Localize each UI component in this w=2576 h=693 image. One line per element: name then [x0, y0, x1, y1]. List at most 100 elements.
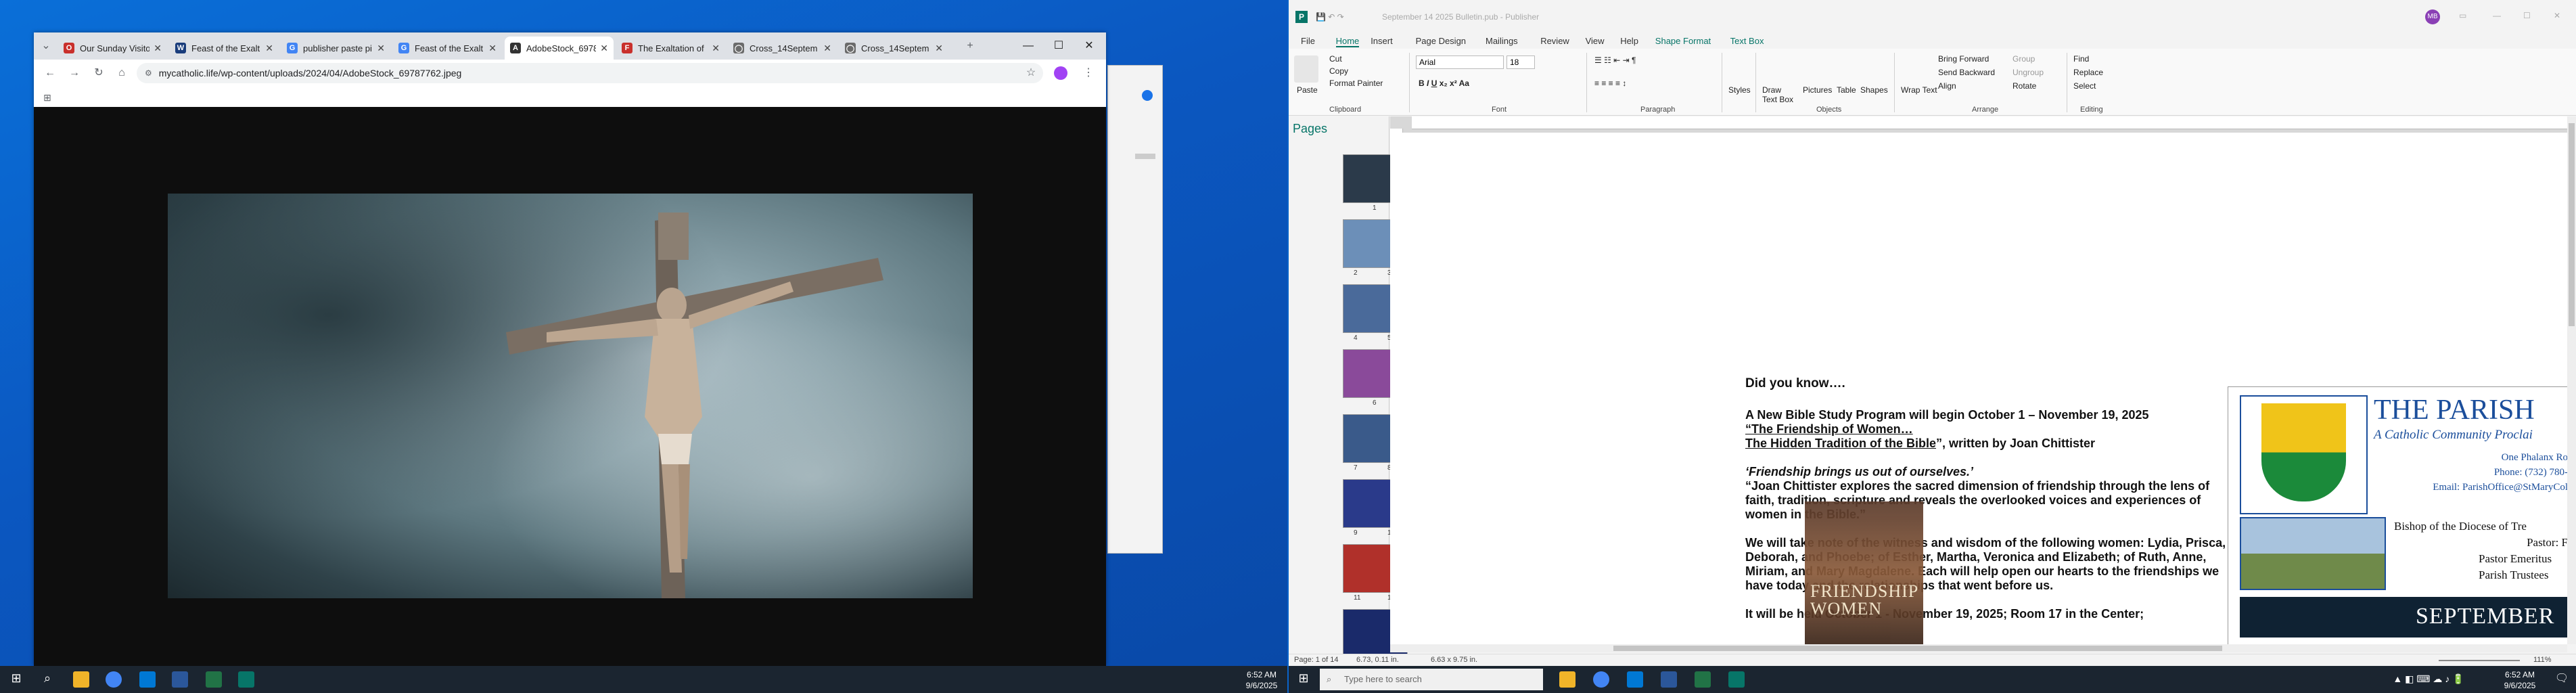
start-icon-right[interactable]: ⊞ [1295, 671, 1312, 688]
new-tab-button[interactable]: + [961, 37, 980, 55]
find-button[interactable]: Find [2073, 54, 2089, 64]
group-button[interactable]: Group [2013, 54, 2035, 64]
tab-close-icon[interactable]: ✕ [819, 43, 831, 54]
file-explorer-icon-right[interactable] [1559, 671, 1576, 688]
ribbon-tab[interactable]: Page Design [1416, 36, 1466, 46]
ribbon-tab[interactable]: View [1586, 36, 1605, 46]
tab-close-icon[interactable]: ✕ [931, 43, 943, 54]
close-button[interactable]: ✕ [1076, 37, 1103, 55]
maximize-button[interactable]: ☐ [1045, 37, 1072, 55]
home-button[interactable]: ⌂ [112, 64, 131, 83]
zoom-slider[interactable] [2439, 660, 2520, 661]
parish-masthead[interactable]: THE PARISH A Catholic Community Proclai … [2228, 386, 2567, 644]
ribbon-tab[interactable]: Insert [1371, 36, 1393, 46]
browser-tab[interactable]: W Feast of the Exalt ✕ [170, 37, 279, 60]
reload-button[interactable]: ↻ [89, 64, 108, 83]
ungroup-button[interactable]: Ungroup [2013, 68, 2044, 77]
ribbon-tab[interactable]: Shape Format [1655, 36, 1711, 46]
chrome-icon-right[interactable] [1593, 671, 1609, 688]
bookmark-star-icon[interactable]: ☆ [1021, 64, 1040, 83]
chrome-icon[interactable] [106, 671, 122, 688]
page-number: 7 [1354, 464, 1358, 472]
user-avatar[interactable]: MB [2425, 9, 2440, 24]
tab-close-icon[interactable]: ✕ [708, 43, 720, 54]
excel-icon[interactable] [206, 671, 222, 688]
outlook-icon[interactable] [139, 671, 156, 688]
browser-tab[interactable]: O Our Sunday Visitor ✕ [58, 37, 167, 60]
chrome-menu-icon[interactable]: ⋮ [1079, 64, 1098, 83]
book-cover-image[interactable]: FRIENDSHIP WOMEN [1805, 501, 1923, 644]
bring-forward-button[interactable]: Bring Forward [1938, 54, 1989, 64]
file-explorer-icon[interactable] [73, 671, 89, 688]
publisher-maximize-button[interactable]: ☐ [2523, 11, 2531, 20]
send-backward-button[interactable]: Send Backward [1938, 68, 1995, 77]
format-painter-button[interactable]: Format Painter [1329, 79, 1383, 88]
paste-icon[interactable] [1294, 55, 1318, 83]
styles-button[interactable]: Styles [1728, 85, 1751, 95]
wrap-text-button[interactable]: Wrap Text [1901, 85, 1937, 95]
zoom-level[interactable]: 111% [2533, 656, 2552, 664]
forward-button[interactable]: → [65, 64, 84, 83]
back-button[interactable]: ← [41, 64, 60, 83]
tab-close-icon[interactable]: ✕ [261, 43, 273, 54]
ribbon-tab[interactable]: Text Box [1730, 36, 1764, 46]
vertical-scrollbar[interactable] [2567, 116, 2576, 644]
browser-tab[interactable]: A AdobeStock_6978 ✕ [505, 37, 614, 60]
draw-text-box-button[interactable]: Draw Text Box [1762, 85, 1796, 104]
info-icon[interactable] [1142, 90, 1153, 101]
page-indicator[interactable]: Page: 1 of 14 [1294, 656, 1338, 664]
address-bar[interactable]: ⚙ mycatholic.life/wp-content/uploads/202… [137, 63, 1043, 83]
outlook-icon-right[interactable] [1627, 671, 1643, 688]
tab-search-icon[interactable]: ⌄ [37, 37, 55, 55]
search-icon[interactable]: ⌕ [39, 671, 55, 688]
start-icon[interactable]: ⊞ [8, 671, 24, 688]
shapes-button[interactable]: Shapes [1860, 85, 1888, 95]
word-icon[interactable] [172, 671, 188, 688]
tab-close-icon[interactable]: ✕ [150, 43, 162, 54]
list-buttons[interactable]: ☰ ☷ ⇤ ⇥ ¶ [1594, 55, 1636, 65]
quick-access-toolbar[interactable]: 💾 ↶ ↷ [1316, 12, 1344, 22]
profile-avatar[interactable] [1054, 66, 1067, 80]
system-tray-icons[interactable]: ▲ ◧ ⌨ ☁ ♪ 🔋 [2371, 674, 2486, 684]
font-size-select[interactable]: 18 [1506, 55, 1535, 69]
font-name-select[interactable]: Arial [1416, 55, 1504, 69]
publisher-taskbar-icon[interactable] [238, 671, 254, 688]
align-button[interactable]: Align [1938, 81, 1956, 91]
tab-close-icon[interactable]: ✕ [373, 43, 385, 54]
ribbon-tab[interactable]: Help [1620, 36, 1638, 46]
notification-icon[interactable]: 🗨 [2554, 671, 2570, 688]
browser-tab[interactable]: F The Exaltation of ✕ [616, 37, 725, 60]
ribbon-tab[interactable]: File [1301, 36, 1315, 46]
ribbon-tab[interactable]: Review [1540, 36, 1569, 46]
ribbon-tab[interactable]: Home [1335, 36, 1360, 47]
site-info-icon[interactable]: ⚙ [145, 68, 152, 78]
paste-button[interactable]: Paste [1297, 85, 1318, 95]
browser-tab[interactable]: Gpublisher paste pi ✕ [281, 37, 390, 60]
tab-close-icon[interactable]: ✕ [484, 43, 497, 54]
publisher-taskbar-icon-right[interactable] [1728, 671, 1745, 688]
background-window[interactable] [1107, 65, 1163, 554]
publisher-minimize-button[interactable]: — [2493, 11, 2501, 20]
browser-tab[interactable]: G Feast of the Exalt ✕ [393, 37, 502, 60]
ribbon-tab[interactable]: Mailings [1486, 36, 1518, 46]
replace-button[interactable]: Replace [2073, 68, 2103, 77]
select-button[interactable]: Select [2073, 81, 2096, 91]
excel-icon-right[interactable] [1695, 671, 1711, 688]
publisher-close-button[interactable]: ✕ [2554, 11, 2560, 20]
cut-button[interactable]: Cut [1329, 54, 1342, 64]
rotate-button[interactable]: Rotate [2013, 81, 2036, 91]
browser-tab[interactable]: ◯ Cross_14Septem ✕ [728, 37, 837, 60]
apps-grid-icon[interactable]: ⊞ [38, 88, 57, 107]
copy-button[interactable]: Copy [1329, 66, 1348, 76]
tab-close-icon[interactable]: ✕ [596, 43, 608, 54]
pictures-button[interactable]: Pictures [1803, 85, 1832, 95]
browser-tab[interactable]: ◯ Cross_14Septem ✕ [840, 37, 948, 60]
align-buttons[interactable]: ≡ ≡ ≡ ≡ ↕ [1594, 79, 1626, 88]
table-button[interactable]: Table [1837, 85, 1856, 95]
word-icon-right[interactable] [1661, 671, 1677, 688]
ribbon-display-options-icon[interactable]: ▭ [2459, 11, 2466, 20]
horizontal-scrollbar[interactable] [1390, 644, 2567, 652]
bold-button[interactable]: B I U x₂ x² Aa [1419, 79, 1469, 88]
minimize-button[interactable]: — [1015, 37, 1042, 55]
taskbar-search-box[interactable]: ⌕ Type here to search [1320, 669, 1543, 690]
